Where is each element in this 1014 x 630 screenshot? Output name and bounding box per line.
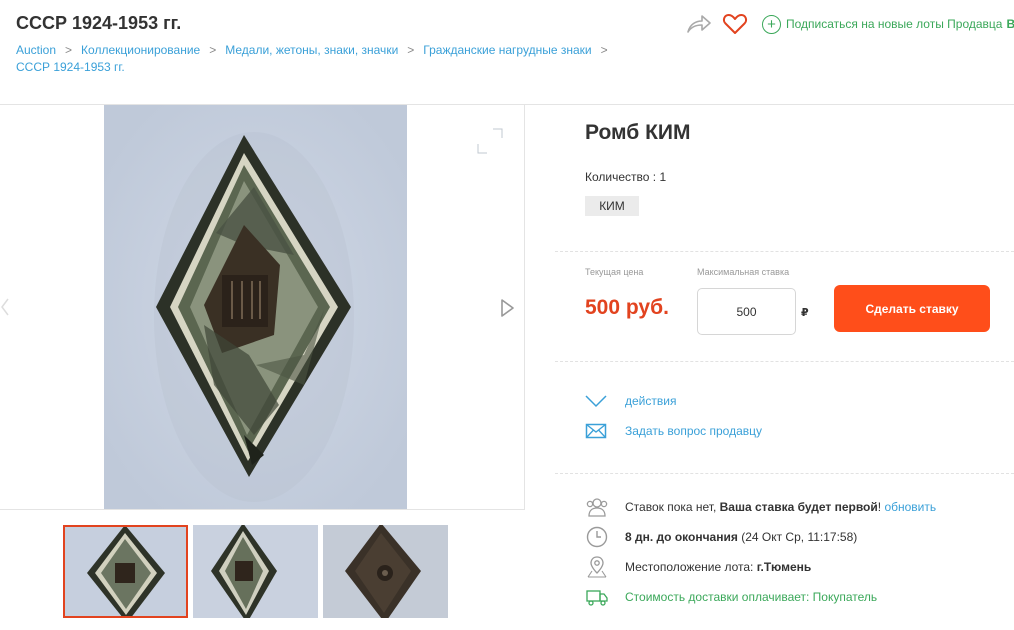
bids-text: Ставок пока нет,	[625, 500, 717, 514]
divider	[555, 361, 1014, 362]
location-label: Местоположение лота:	[625, 560, 754, 574]
thumbnail-2[interactable]	[193, 525, 318, 618]
bids-exclamation: !	[877, 500, 882, 514]
expand-icon[interactable]	[474, 125, 506, 157]
breadcrumb-item-auction[interactable]: Auction	[16, 43, 56, 57]
actions-label: действия	[625, 394, 677, 408]
actions-link[interactable]: действия	[585, 392, 676, 410]
envelope-icon	[585, 422, 607, 440]
subscribe-label-tail: В	[1006, 17, 1014, 31]
chevron-right-icon[interactable]	[499, 298, 515, 318]
divider	[555, 473, 1014, 474]
breadcrumb-separator: >	[209, 43, 217, 57]
ask-seller-link[interactable]: Задать вопрос продавцу	[585, 422, 762, 440]
location-value: г.Тюмень	[756, 560, 812, 574]
lot-title: Ромб КИМ	[585, 121, 691, 144]
max-bid-input[interactable]	[697, 288, 796, 335]
bids-info: Ставок пока нет, Ваша ставка будет перво…	[585, 495, 936, 519]
chevron-left-icon[interactable]	[0, 295, 12, 319]
page-title: СССР 1924-1953 гг.	[16, 13, 182, 33]
bids-first-text: Ваша ставка будет первой	[719, 500, 878, 514]
users-icon	[585, 495, 609, 519]
breadcrumb-separator: >	[600, 43, 608, 57]
chevron-down-icon	[585, 392, 607, 410]
divider	[555, 251, 1014, 252]
top-actions: + Подписаться на новые лоты Продавца В	[686, 12, 1014, 36]
refresh-link[interactable]: обновить	[884, 500, 936, 514]
main-photo[interactable]	[104, 105, 407, 509]
share-icon[interactable]	[686, 12, 712, 36]
subscribe-label: Подписаться на новые лоты Продавца	[786, 17, 1003, 31]
map-pin-icon	[585, 555, 609, 579]
lot-quantity: Количество : 1	[585, 170, 667, 184]
breadcrumb-separator: >	[407, 43, 415, 57]
delivery-text: Стоимость доставки оплачивает: Покупател…	[625, 590, 878, 604]
time-left: 8 дн. до окончания	[625, 530, 738, 544]
thumbnail-1[interactable]	[63, 525, 188, 618]
breadcrumb-separator: >	[65, 43, 73, 57]
delivery-info: Стоимость доставки оплачивает: Покупател…	[585, 585, 877, 609]
photo-gallery	[0, 105, 525, 510]
end-date: (24 Окт Ср, 11:17:58)	[741, 530, 858, 544]
max-bid-label: Максимальная ставка	[697, 267, 790, 277]
breadcrumb-item-civil-badges[interactable]: Гражданские нагрудные знаки	[423, 43, 591, 57]
subscribe-seller-button[interactable]: + Подписаться на новые лоты Продавца В	[762, 14, 1014, 34]
truck-icon	[585, 585, 609, 609]
breadcrumb-item-ussr[interactable]: СССР 1924-1953 гг.	[16, 60, 125, 74]
breadcrumb: Auction > Коллекционирование > Медали, жетон…	[16, 42, 636, 76]
location-info: Местоположение лота: г.Тюмень	[585, 555, 811, 579]
time-left-info: 8 дн. до окончания (24 Окт Ср, 11:17:58)	[585, 525, 857, 549]
thumbnail-3[interactable]	[323, 525, 448, 618]
breadcrumb-item-collecting[interactable]: Коллекционирование	[81, 43, 200, 57]
current-price: 500 руб.	[585, 296, 669, 319]
thumbnail-strip	[63, 525, 453, 618]
heart-icon[interactable]	[722, 12, 748, 36]
clock-icon	[585, 525, 609, 549]
place-bid-button[interactable]: Сделать ставку	[834, 285, 990, 332]
currency-sign: ₽	[801, 307, 809, 319]
breadcrumb-item-medals[interactable]: Медали, жетоны, знаки, значки	[225, 43, 398, 57]
current-price-label: Текущая цена	[585, 267, 644, 277]
ask-seller-label: Задать вопрос продавцу	[625, 424, 763, 438]
lot-tag[interactable]: КИМ	[585, 196, 639, 216]
plus-circle-icon: +	[762, 14, 781, 34]
